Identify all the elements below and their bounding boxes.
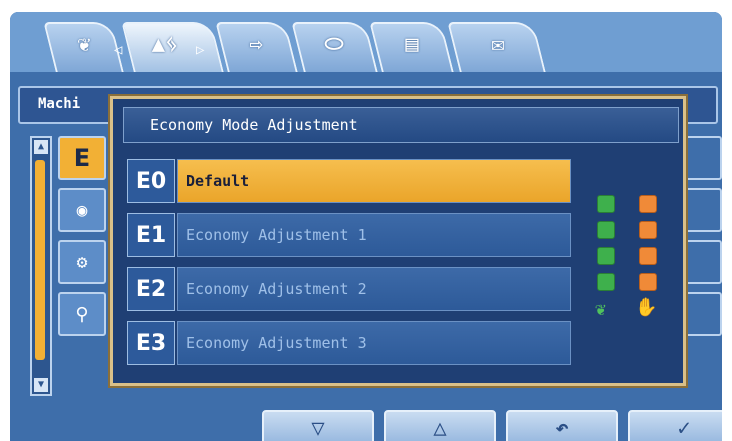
option-label: Economy Adjustment 2	[177, 267, 571, 311]
engine-icon: ⬭	[324, 31, 344, 57]
option-code: E3	[127, 321, 175, 365]
option-e0[interactable]: E0 Default	[127, 159, 571, 203]
down-triangle-icon: ▽	[311, 416, 325, 441]
economy-level-square	[597, 273, 615, 291]
option-code: E0	[127, 159, 175, 203]
economy-level-square	[597, 247, 615, 265]
gauge-icon[interactable]: ◉	[58, 188, 106, 232]
tab-strip: ❦ ◁ ▲ᛃ ▷ ⇨ ⬭ ▤ ✉	[10, 12, 722, 76]
scroll-thumb[interactable]	[35, 160, 45, 360]
power-level-square	[639, 195, 657, 213]
option-e3[interactable]: E3 Economy Adjustment 3	[127, 321, 571, 365]
scroll-up-icon[interactable]: ▲	[34, 140, 48, 154]
tab-right-arrow-icon[interactable]: ▷	[196, 42, 204, 58]
economy-e-icon[interactable]: E	[58, 136, 106, 180]
arrow-right-icon: ⇨	[249, 31, 263, 57]
attachment-icon[interactable]: ⚲	[58, 292, 106, 336]
up-triangle-icon: △	[433, 416, 447, 441]
down-button[interactable]: ▽	[262, 410, 374, 441]
tab-left-arrow-icon[interactable]: ◁	[114, 42, 122, 58]
right-slot[interactable]	[684, 136, 722, 180]
page-title: Machi	[38, 96, 81, 112]
option-e2[interactable]: E2 Economy Adjustment 2	[127, 267, 571, 311]
power-level-square	[639, 273, 657, 291]
leaf-icon: ❦	[77, 31, 91, 57]
right-slot[interactable]	[684, 188, 722, 232]
power-level-square	[639, 221, 657, 239]
right-slot[interactable]	[684, 240, 722, 284]
right-slot[interactable]	[684, 292, 722, 336]
mail-icon: ✉	[491, 31, 505, 57]
scrollbar[interactable]: ▲ ▼	[30, 136, 52, 396]
economy-mode-dialog: Economy Mode Adjustment E0 Default E1 Ec…	[110, 96, 686, 386]
work-power-icon: ✋	[635, 297, 658, 318]
operator-mode-icon: ▲ᛃ	[151, 31, 179, 57]
option-label: Economy Adjustment 3	[177, 321, 571, 365]
scroll-down-icon[interactable]: ▼	[34, 378, 48, 392]
option-code: E1	[127, 213, 175, 257]
leaf-icon: ❦	[595, 299, 606, 320]
economy-level-square	[597, 221, 615, 239]
gear-icon[interactable]: ⚙	[58, 240, 106, 284]
up-button[interactable]: △	[384, 410, 496, 441]
list-icon: ▤	[405, 31, 419, 57]
dialog-title: Economy Mode Adjustment	[150, 116, 358, 134]
check-icon: ✓	[677, 416, 691, 441]
return-arrow-icon: ↶	[555, 416, 569, 441]
option-e1[interactable]: E1 Economy Adjustment 1	[127, 213, 571, 257]
power-level-square	[639, 247, 657, 265]
option-code: E2	[127, 267, 175, 311]
display-screen: ❦ ◁ ▲ᛃ ▷ ⇨ ⬭ ▤ ✉ Machi ▲ ▼ E ◉ ⚙ ⚲ Econo…	[10, 12, 722, 441]
back-button[interactable]: ↶	[506, 410, 618, 441]
economy-level-square	[597, 195, 615, 213]
option-label: Default	[177, 159, 571, 203]
confirm-button[interactable]: ✓	[628, 410, 722, 441]
option-label: Economy Adjustment 1	[177, 213, 571, 257]
dialog-header: Economy Mode Adjustment	[123, 107, 679, 143]
